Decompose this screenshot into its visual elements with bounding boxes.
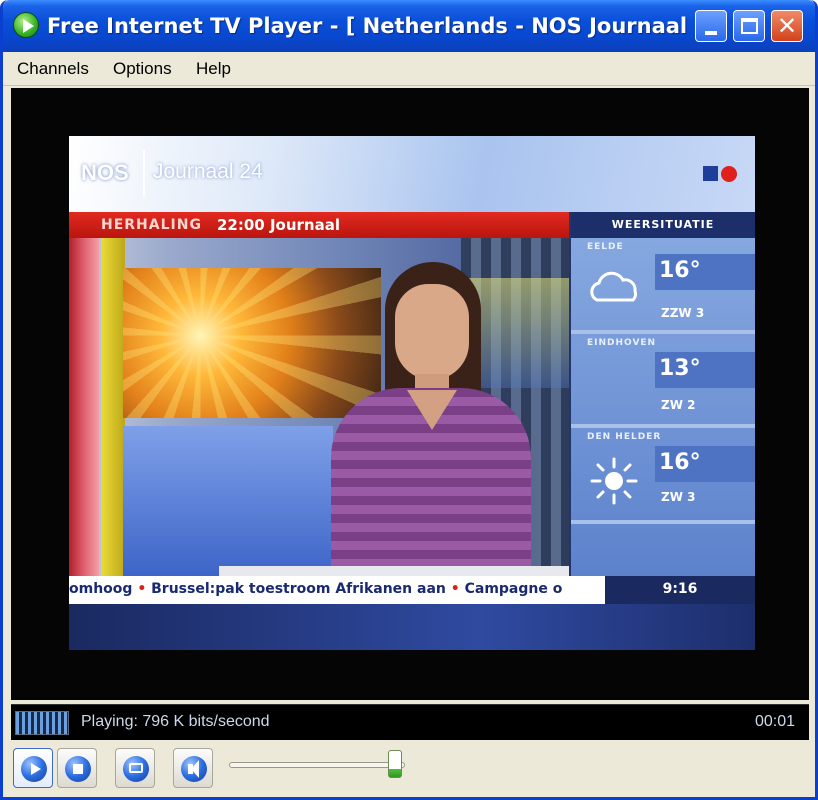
studio-blue-wall xyxy=(123,426,333,576)
logo-divider xyxy=(143,150,145,196)
volume-slider[interactable] xyxy=(229,762,405,768)
weather-temp: 13° xyxy=(659,356,701,381)
playback-status: Playing: 796 K bits/second xyxy=(81,713,270,730)
video-area[interactable]: NOS Journaal 24 HERHALING 22:00 Journaal… xyxy=(11,88,809,700)
maximize-button[interactable] xyxy=(733,10,765,42)
nos-logo-text: NOS xyxy=(81,160,129,185)
close-button[interactable]: ✕ xyxy=(771,10,803,42)
volume-slider-thumb[interactable] xyxy=(387,750,402,778)
elapsed-time: 00:01 xyxy=(755,713,796,730)
fullscreen-icon xyxy=(123,756,149,782)
play-button[interactable] xyxy=(13,748,53,788)
banner-tag: HERHALING xyxy=(101,217,202,233)
program-banner: HERHALING 22:00 Journaal xyxy=(69,212,569,238)
player-controls xyxy=(3,742,815,797)
menu-options[interactable]: Options xyxy=(113,59,172,79)
weather-separator xyxy=(571,520,755,524)
tv-clock-box: 9:16 xyxy=(605,576,755,604)
window-title: Free Internet TV Player - [ Netherlands … xyxy=(47,14,687,38)
stop-button[interactable] xyxy=(57,748,97,788)
studio-scene xyxy=(69,238,569,578)
maximize-icon xyxy=(741,18,758,34)
mute-button[interactable] xyxy=(173,748,213,788)
speaker-icon xyxy=(181,756,207,782)
minimize-button[interactable] xyxy=(695,10,727,42)
weather-wind: ZW 3 xyxy=(661,490,696,504)
ticker-separator: • xyxy=(450,581,460,597)
play-logo-icon xyxy=(13,12,39,38)
nos-dot-icon xyxy=(721,166,737,182)
weather-separator xyxy=(571,424,755,428)
weather-separator xyxy=(571,330,755,334)
weather-city: DEN HELDER xyxy=(587,432,662,442)
stop-icon xyxy=(65,756,91,782)
menu-bar: Channels Options Help xyxy=(3,52,815,86)
weather-header-text: WEERSITUATIE xyxy=(611,218,715,231)
weather-panel: EELDE 16° ZZW 3 EINDHOVEN 13° ZW 2 DEN H… xyxy=(571,238,755,576)
app-window: Free Internet TV Player - [ Netherlands … xyxy=(0,0,818,800)
tv-header: NOS Journaal 24 xyxy=(69,136,755,212)
sun-icon xyxy=(590,457,638,505)
nos-logo: NOS xyxy=(81,160,129,186)
weather-temp: 16° xyxy=(659,258,701,283)
menu-help[interactable]: Help xyxy=(196,59,231,79)
ticker-item: Brussel:pak toestroom Afrikanen aan xyxy=(151,581,446,597)
tv-footer xyxy=(69,604,755,650)
tv-picture: NOS Journaal 24 HERHALING 22:00 Journaal… xyxy=(69,136,755,650)
ticker-item: omhoog xyxy=(69,581,133,597)
cloud-icon xyxy=(590,271,637,302)
ticker-text: omhoog • Brussel:pak toestroom Afrikanen… xyxy=(69,581,605,597)
equalizer-icon xyxy=(15,711,69,735)
studio-screen xyxy=(123,268,381,418)
studio-yellow-panel xyxy=(101,238,125,576)
tv-clock: 9:16 xyxy=(662,581,698,597)
nos-square-icon xyxy=(703,166,718,181)
weather-city: EINDHOVEN xyxy=(587,338,657,348)
title-bar[interactable]: Free Internet TV Player - [ Netherlands … xyxy=(3,0,815,52)
status-bar: Playing: 796 K bits/second 00:01 xyxy=(11,704,809,740)
play-icon xyxy=(21,756,47,782)
menu-channels[interactable]: Channels xyxy=(17,59,89,79)
weather-temp: 16° xyxy=(659,450,701,475)
minimize-icon xyxy=(705,31,717,35)
close-icon: ✕ xyxy=(776,12,798,40)
weather-city: EELDE xyxy=(587,242,624,252)
banner-title: 22:00 Journaal xyxy=(217,216,340,234)
ticker-item: Campagne o xyxy=(464,581,563,597)
studio-red-panel xyxy=(69,238,99,576)
weather-wind: ZZW 3 xyxy=(661,306,705,320)
presenter-face xyxy=(395,284,469,380)
channel-name: Journaal 24 xyxy=(153,160,263,183)
weather-header: WEERSITUATIE xyxy=(571,212,755,238)
weather-wind: ZW 2 xyxy=(661,398,696,412)
ticker-separator: • xyxy=(137,581,147,597)
news-ticker: omhoog • Brussel:pak toestroom Afrikanen… xyxy=(69,576,605,604)
fullscreen-button[interactable] xyxy=(115,748,155,788)
